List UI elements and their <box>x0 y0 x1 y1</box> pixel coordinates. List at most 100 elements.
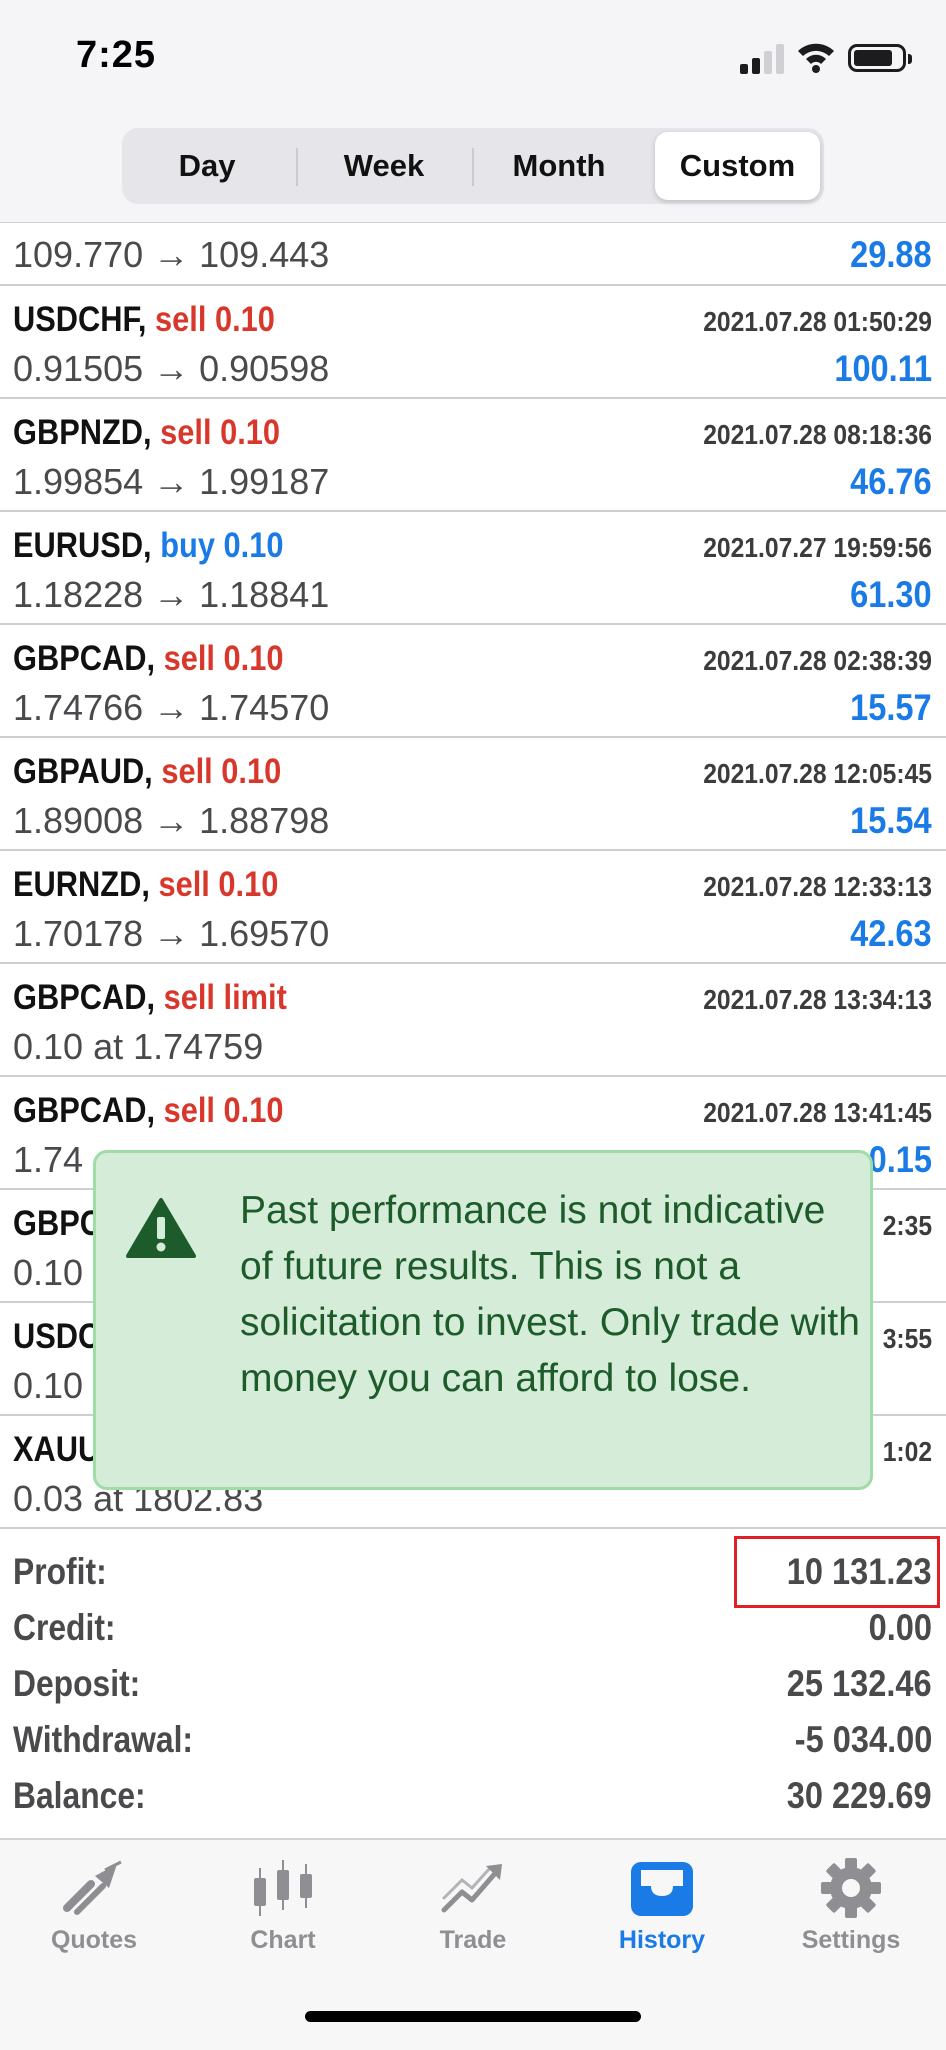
trade-action: sell 0.10 <box>163 639 284 678</box>
symbol: EURNZD, <box>13 865 150 904</box>
price-range: 1.18228 → 1.18841 <box>13 574 330 615</box>
trade-title: EURUSD, buy 0.10 <box>13 526 283 566</box>
period-segmented-control: Day Week Month Custom <box>122 128 824 204</box>
profit-value: 15.54 <box>850 800 932 841</box>
symbol: XAUU <box>13 1430 101 1469</box>
tab-trade[interactable]: Trade <box>393 1856 553 1976</box>
symbol: USDCHF, <box>13 300 147 339</box>
timestamp: 2021.07.28 02:38:39 <box>703 645 932 676</box>
timestamp: 3:55 <box>882 1323 932 1354</box>
summary-value: 25 132.46 <box>787 1663 932 1704</box>
symbol: GBPC <box>13 1204 102 1243</box>
tab-chart[interactable]: Chart <box>203 1856 363 1976</box>
summary-value: -5 034.00 <box>794 1719 932 1760</box>
trade-title: USDCHF, sell 0.10 <box>13 300 275 340</box>
battery-icon <box>848 44 912 72</box>
clock: 7:25 <box>76 34 157 76</box>
trade-title: GBPAUD, sell 0.10 <box>13 752 281 792</box>
status-bar: 7:25 <box>0 0 946 120</box>
price-range: 1.74766 → 1.74570 <box>13 687 330 728</box>
table-row[interactable]: EURNZD, sell 0.10 2021.07.28 12:33:13 1.70… <box>0 851 946 964</box>
price-range: 0.10 <box>13 1252 84 1293</box>
segment-week[interactable]: Week <box>298 128 470 204</box>
trade-title: GBPCAD, sell 0.10 <box>13 639 283 679</box>
timestamp: 2021.07.28 12:33:13 <box>703 871 932 902</box>
segment-custom[interactable]: Custom <box>655 132 820 200</box>
tab-quotes[interactable]: Quotes <box>14 1856 174 1976</box>
table-row[interactable]: GBPCAD, sell 0.10 2021.07.28 02:38:39 1.74… <box>0 625 946 738</box>
price-range: 1.99854 → 1.99187 <box>13 461 330 502</box>
period-selector-bar: Day Week Month Custom <box>0 120 946 223</box>
price-range: 1.70178 → 1.69570 <box>13 913 330 954</box>
trade-action: sell 0.10 <box>155 300 275 339</box>
timestamp: 2021.07.28 12:05:45 <box>703 758 932 789</box>
trade-title: USDC <box>13 1317 100 1357</box>
cellular-signal-icon <box>740 42 786 74</box>
summary-label: Deposit: <box>13 1663 141 1704</box>
table-row[interactable]: GBPCAD, sell limit 2021.07.28 13:34:13 0.1… <box>0 964 946 1077</box>
quotes-icon <box>63 1860 122 1915</box>
profit-value: 29.88 <box>850 234 932 275</box>
price-range: 109.770 → 109.443 <box>13 234 330 275</box>
symbol: GBPCAD, <box>13 1091 156 1130</box>
price-range: 0.10 at 1.74759 <box>13 1026 264 1067</box>
trade-title: XAUU <box>13 1430 100 1470</box>
trade-action: sell 0.10 <box>158 865 279 904</box>
list-item[interactable]: 109.770 → 109.443 29.88 <box>0 222 946 286</box>
summary-row: Balance: 30 229.69 <box>0 1767 946 1823</box>
trade-title: GBPCAD, sell 0.10 <box>13 1091 283 1131</box>
summary-row: Deposit: 25 132.46 <box>0 1655 946 1711</box>
symbol: GBPCAD, <box>13 978 156 1017</box>
timestamp: 2021.07.28 13:41:45 <box>703 1097 932 1128</box>
summary-label: Credit: <box>13 1607 116 1648</box>
symbol: GBPAUD, <box>13 752 153 791</box>
trade-action: sell 0.10 <box>160 413 281 452</box>
timestamp: 2021.07.28 13:34:13 <box>703 984 932 1015</box>
profit-highlight-box <box>734 1536 940 1608</box>
trade-action: sell limit <box>163 978 287 1017</box>
profit-value: 42.63 <box>850 913 932 954</box>
trade-title: GBPCAD, sell limit <box>13 978 287 1018</box>
summary-label: Balance: <box>13 1775 146 1816</box>
price-range: 0.91505 → 0.90598 <box>13 348 330 389</box>
trade-action: buy 0.10 <box>160 526 284 565</box>
profit-value: 15.57 <box>850 687 932 728</box>
trade-action: sell 0.10 <box>161 752 282 791</box>
home-indicator <box>305 2011 641 2022</box>
disclaimer-toast: Past performance is not indicative of fu… <box>93 1150 873 1490</box>
tab-history[interactable]: History <box>582 1856 742 1976</box>
table-row[interactable]: GBPNZD, sell 0.10 2021.07.28 08:18:36 1.99… <box>0 399 946 512</box>
timestamp: 2021.07.28 01:50:29 <box>703 306 932 337</box>
profit-value: 61.30 <box>850 574 932 615</box>
warning-icon <box>126 1198 196 1258</box>
gear-icon <box>821 1858 881 1918</box>
price-range: 1.74 <box>13 1139 84 1180</box>
summary-value: 30 229.69 <box>787 1775 932 1816</box>
timestamp: 1:02 <box>882 1436 932 1467</box>
symbol: GBPCAD, <box>13 639 156 678</box>
summary-value: 0.00 <box>868 1607 932 1648</box>
wifi-icon <box>798 43 834 73</box>
symbol: EURUSD, <box>13 526 152 565</box>
symbol: GBPNZD, <box>13 413 152 452</box>
profit-value: 0.15 <box>868 1139 932 1180</box>
table-row[interactable]: GBPAUD, sell 0.10 2021.07.28 12:05:45 1.89… <box>0 738 946 851</box>
timestamp: 2:35 <box>882 1210 932 1241</box>
segment-day[interactable]: Day <box>122 128 292 204</box>
timestamp: 2021.07.27 19:59:56 <box>703 532 932 563</box>
segment-month[interactable]: Month <box>474 128 644 204</box>
table-row[interactable]: EURUSD, buy 0.10 2021.07.27 19:59:56 1.182… <box>0 512 946 625</box>
summary-label: Withdrawal: <box>13 1719 194 1760</box>
history-icon <box>631 1862 693 1916</box>
timestamp: 2021.07.28 08:18:36 <box>703 419 932 450</box>
table-row[interactable]: USDCHF, sell 0.10 2021.07.28 01:50:29 0.91… <box>0 286 946 399</box>
trade-title: GBPC <box>13 1204 102 1244</box>
trade-title: EURNZD, sell 0.10 <box>13 865 278 905</box>
profit-value: 100.11 <box>834 348 932 389</box>
price-range: 1.89008 → 1.88798 <box>13 800 330 841</box>
summary-row: Withdrawal: -5 034.00 <box>0 1711 946 1767</box>
symbol: USDC <box>13 1317 101 1356</box>
chart-icon <box>254 1860 312 1916</box>
disclaimer-message: Past performance is not indicative of fu… <box>240 1189 860 1400</box>
tab-settings[interactable]: Settings <box>771 1856 931 1976</box>
